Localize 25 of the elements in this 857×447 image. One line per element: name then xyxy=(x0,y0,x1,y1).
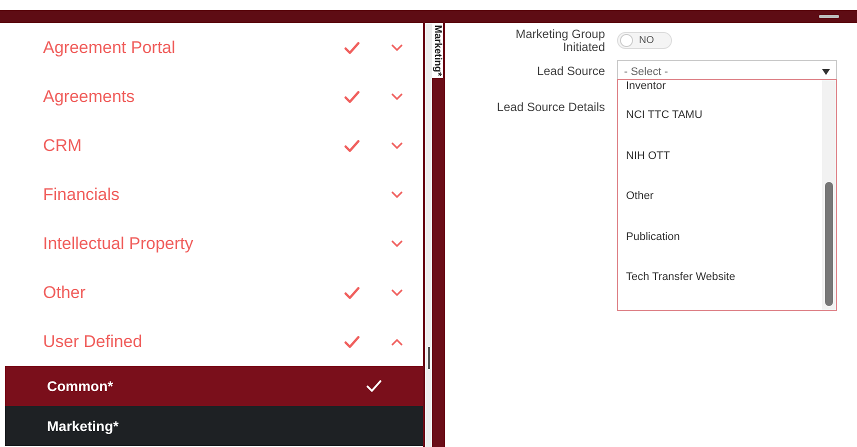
field-label: Lead Source xyxy=(536,63,605,78)
caret-icon xyxy=(822,68,830,74)
submenu-label: Marketing* xyxy=(47,418,120,434)
dropdown-option[interactable]: Inventor xyxy=(626,80,814,108)
field-label: Lead Source Details xyxy=(496,101,605,114)
dropdown-option[interactable]: NIH OTT xyxy=(626,148,814,188)
chevron-down-icon[interactable] xyxy=(391,92,403,100)
chevron-down-icon[interactable] xyxy=(391,142,403,150)
toggle-switch[interactable]: NO xyxy=(617,32,672,49)
chevron-down-icon[interactable] xyxy=(391,240,403,248)
section-title: Marketing* xyxy=(432,23,443,78)
dropdown-option[interactable]: NCI TTC TAMU xyxy=(626,107,814,148)
chevron-down-icon[interactable] xyxy=(391,288,403,296)
submenu-item[interactable]: Marketing* xyxy=(5,406,423,446)
dropdown-option[interactable]: Other xyxy=(626,188,814,229)
submenu-label: Common* xyxy=(47,378,114,394)
dropdown-option[interactable]: Tech Transfer Website xyxy=(626,269,814,310)
chevron-down-icon[interactable] xyxy=(391,44,403,52)
chevron-up-icon[interactable] xyxy=(391,338,403,346)
splitter-handle[interactable] xyxy=(428,347,430,369)
chevron-down-icon[interactable] xyxy=(391,190,403,198)
submenu-item[interactable]: Common* xyxy=(5,366,423,406)
field-label: Marketing Group Initiated xyxy=(514,28,605,54)
scrollbar[interactable] xyxy=(822,80,836,310)
dropdown-option[interactable]: Publication xyxy=(626,228,814,270)
